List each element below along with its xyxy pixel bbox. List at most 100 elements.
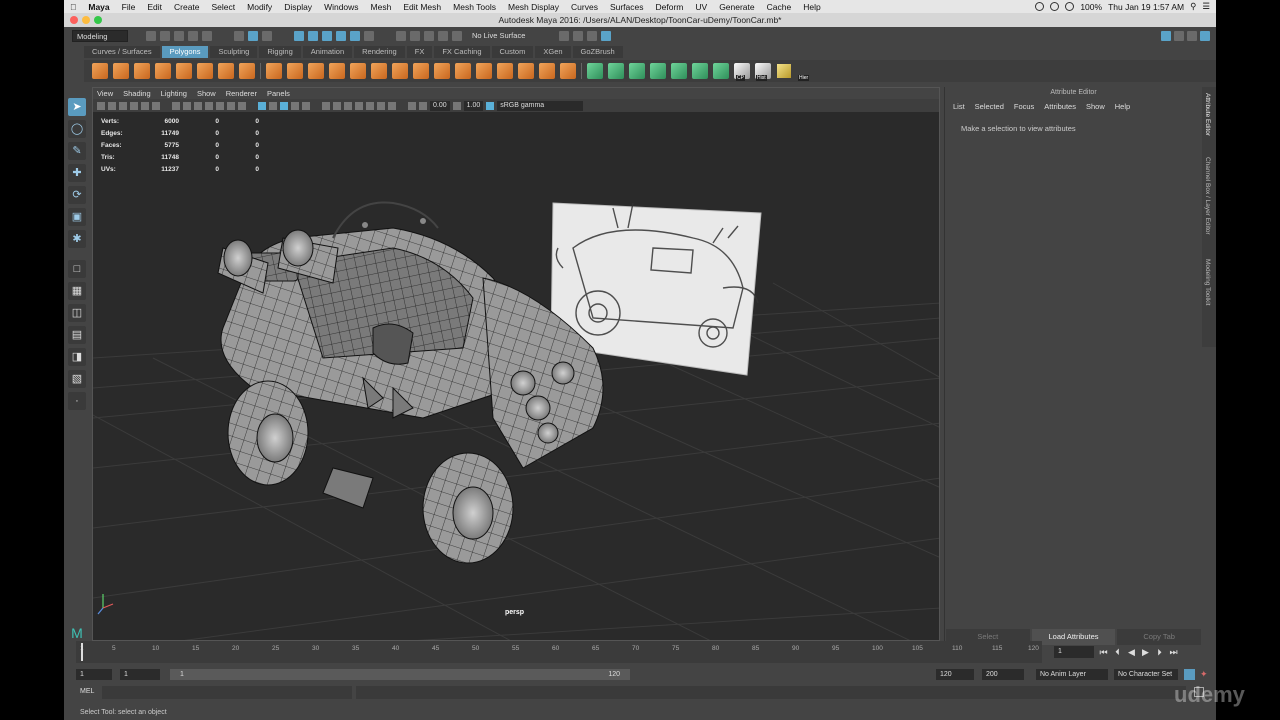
attr-menu-selected[interactable]: Selected xyxy=(975,100,1004,114)
scale-tool-icon[interactable]: ▣ xyxy=(68,208,86,226)
tab-modeling-toolkit[interactable]: Modeling Toolkit xyxy=(1204,259,1211,306)
poly-cube-icon[interactable] xyxy=(113,63,129,79)
wifi-icon[interactable] xyxy=(1065,2,1075,11)
time-slider[interactable]: 1 5 10 15 20 25 30 35 40 45 50 55 60 65 … xyxy=(76,641,1042,663)
last-tool-icon[interactable]: ✱ xyxy=(68,230,86,248)
workspace-icon[interactable] xyxy=(1161,30,1171,41)
select-by-hierarchy-icon[interactable] xyxy=(234,30,244,41)
uv-auto-icon[interactable] xyxy=(608,63,624,79)
minimize-window-button[interactable] xyxy=(82,16,90,24)
delete-history-icon[interactable]: Hist xyxy=(755,63,771,81)
menu-generate[interactable]: Generate xyxy=(713,2,760,12)
more-layouts-icon[interactable]: · xyxy=(68,392,86,410)
uv-cylindrical-icon[interactable] xyxy=(629,63,645,79)
open-scene-icon[interactable] xyxy=(160,30,170,41)
poly-sphere-icon[interactable] xyxy=(92,63,108,79)
tab-custom[interactable]: Custom xyxy=(491,46,534,58)
uv-editor-icon[interactable] xyxy=(671,63,687,79)
load-attributes-button[interactable]: Load Attributes xyxy=(1031,629,1116,645)
freeze-transforms-icon[interactable] xyxy=(776,63,792,79)
playback-start-field[interactable]: 1 xyxy=(120,668,160,680)
uv-layout-icon[interactable] xyxy=(692,63,708,79)
snap-view-plane-icon[interactable] xyxy=(336,30,346,41)
poly-pyramid-icon[interactable] xyxy=(218,63,234,79)
poly-pipe-icon[interactable] xyxy=(239,63,255,79)
tab-fx-caching[interactable]: FX Caching xyxy=(434,46,490,58)
separate-icon[interactable] xyxy=(287,63,303,79)
menu-create[interactable]: Create xyxy=(168,2,206,12)
lock-icon[interactable] xyxy=(364,30,374,41)
multi-cut-icon[interactable] xyxy=(476,63,492,79)
center-pivot-icon[interactable]: CP xyxy=(734,63,750,81)
anim-layer-dropdown[interactable]: No Anim Layer xyxy=(1036,668,1108,680)
bevel-icon[interactable] xyxy=(413,63,429,79)
menu-modify[interactable]: Modify xyxy=(241,2,278,12)
single-pane-layout-icon[interactable]: □ xyxy=(68,260,86,278)
poly-torus-icon[interactable] xyxy=(197,63,213,79)
save-scene-icon[interactable] xyxy=(174,30,184,41)
persp-graph-layout-icon[interactable]: ▤ xyxy=(68,326,86,344)
perspective-viewport[interactable]: View Shading Lighting Show Renderer Pane… xyxy=(92,87,940,641)
uv-unfold-icon[interactable] xyxy=(713,63,729,79)
new-scene-icon[interactable] xyxy=(146,30,156,41)
smooth-icon[interactable] xyxy=(329,63,345,79)
attr-menu-attributes[interactable]: Attributes xyxy=(1044,100,1076,114)
step-forward-key-icon[interactable]: ⏵ xyxy=(1155,647,1164,657)
poly-cone-icon[interactable] xyxy=(155,63,171,79)
play-icon[interactable]: ▶ xyxy=(1141,647,1150,657)
current-frame-field[interactable]: 1 xyxy=(1054,646,1094,658)
command-input[interactable] xyxy=(102,686,352,699)
close-window-button[interactable] xyxy=(70,16,78,24)
boolean-icon[interactable] xyxy=(350,63,366,79)
attr-menu-show[interactable]: Show xyxy=(1086,100,1105,114)
snap-live-icon[interactable] xyxy=(350,30,360,41)
snap-grid-icon[interactable] xyxy=(294,30,304,41)
menu-uv[interactable]: UV xyxy=(689,2,713,12)
range-slider-bar[interactable]: 1 120 xyxy=(170,668,630,680)
uv-spherical-icon[interactable] xyxy=(650,63,666,79)
menu-mesh-tools[interactable]: Mesh Tools xyxy=(447,2,502,12)
mirror-icon[interactable] xyxy=(308,63,324,79)
render-settings-icon[interactable] xyxy=(559,30,570,41)
select-tool-icon[interactable]: ➤ xyxy=(68,98,86,116)
menu-maya[interactable]: Maya xyxy=(82,2,115,12)
outliner-layout-icon[interactable]: ◨ xyxy=(68,348,86,366)
tab-xgen[interactable]: XGen xyxy=(535,46,571,58)
menu-select[interactable]: Select xyxy=(206,2,242,12)
menu-edit[interactable]: Edit xyxy=(141,2,168,12)
ipr-render-icon[interactable] xyxy=(452,30,462,41)
history-icon[interactable] xyxy=(424,30,434,41)
scene-canvas[interactable] xyxy=(93,88,940,641)
attr-menu-help[interactable]: Help xyxy=(1115,100,1130,114)
copy-tab-button[interactable]: Copy Tab xyxy=(1117,629,1202,645)
persp-outliner-layout-icon[interactable]: ◫ xyxy=(68,304,86,322)
menu-set-dropdown[interactable]: Modeling xyxy=(72,29,128,42)
poly-cylinder-icon[interactable] xyxy=(134,63,150,79)
extrude-icon[interactable] xyxy=(371,63,387,79)
lasso-tool-icon[interactable]: ◯ xyxy=(68,120,86,138)
paint-select-icon[interactable]: ✎ xyxy=(68,142,86,160)
tab-rigging[interactable]: Rigging xyxy=(259,46,301,58)
sculpt-icon[interactable] xyxy=(601,30,612,41)
redo-icon[interactable] xyxy=(202,30,212,41)
apple-icon[interactable]:  xyxy=(64,2,82,12)
four-pane-layout-icon[interactable]: ▦ xyxy=(68,282,86,300)
attribute-editor-toggle-icon[interactable] xyxy=(1200,30,1210,41)
tab-curves-surfaces[interactable]: Curves / Surfaces xyxy=(84,46,160,58)
attr-menu-list[interactable]: List xyxy=(953,100,965,114)
menu-display[interactable]: Display xyxy=(278,2,318,12)
step-back-frame-icon[interactable]: ◀ xyxy=(1127,647,1136,657)
menu-cache[interactable]: Cache xyxy=(761,2,798,12)
flash-icon[interactable] xyxy=(1050,2,1060,11)
move-tool-icon[interactable]: ✚ xyxy=(68,164,86,182)
clock[interactable]: Thu Jan 19 1:57 AM xyxy=(1108,2,1184,12)
go-to-start-icon[interactable]: ⏮ xyxy=(1099,647,1108,657)
attr-menu-focus[interactable]: Focus xyxy=(1014,100,1034,114)
mel-label[interactable]: MEL xyxy=(80,688,94,695)
input-ops-icon[interactable] xyxy=(396,30,406,41)
tab-attribute-editor[interactable]: Attribute Editor xyxy=(1204,93,1211,136)
select-by-component-icon[interactable] xyxy=(262,30,272,41)
append-icon[interactable] xyxy=(455,63,471,79)
menu-mesh-display[interactable]: Mesh Display xyxy=(502,2,565,12)
menu-file[interactable]: File xyxy=(116,2,142,12)
